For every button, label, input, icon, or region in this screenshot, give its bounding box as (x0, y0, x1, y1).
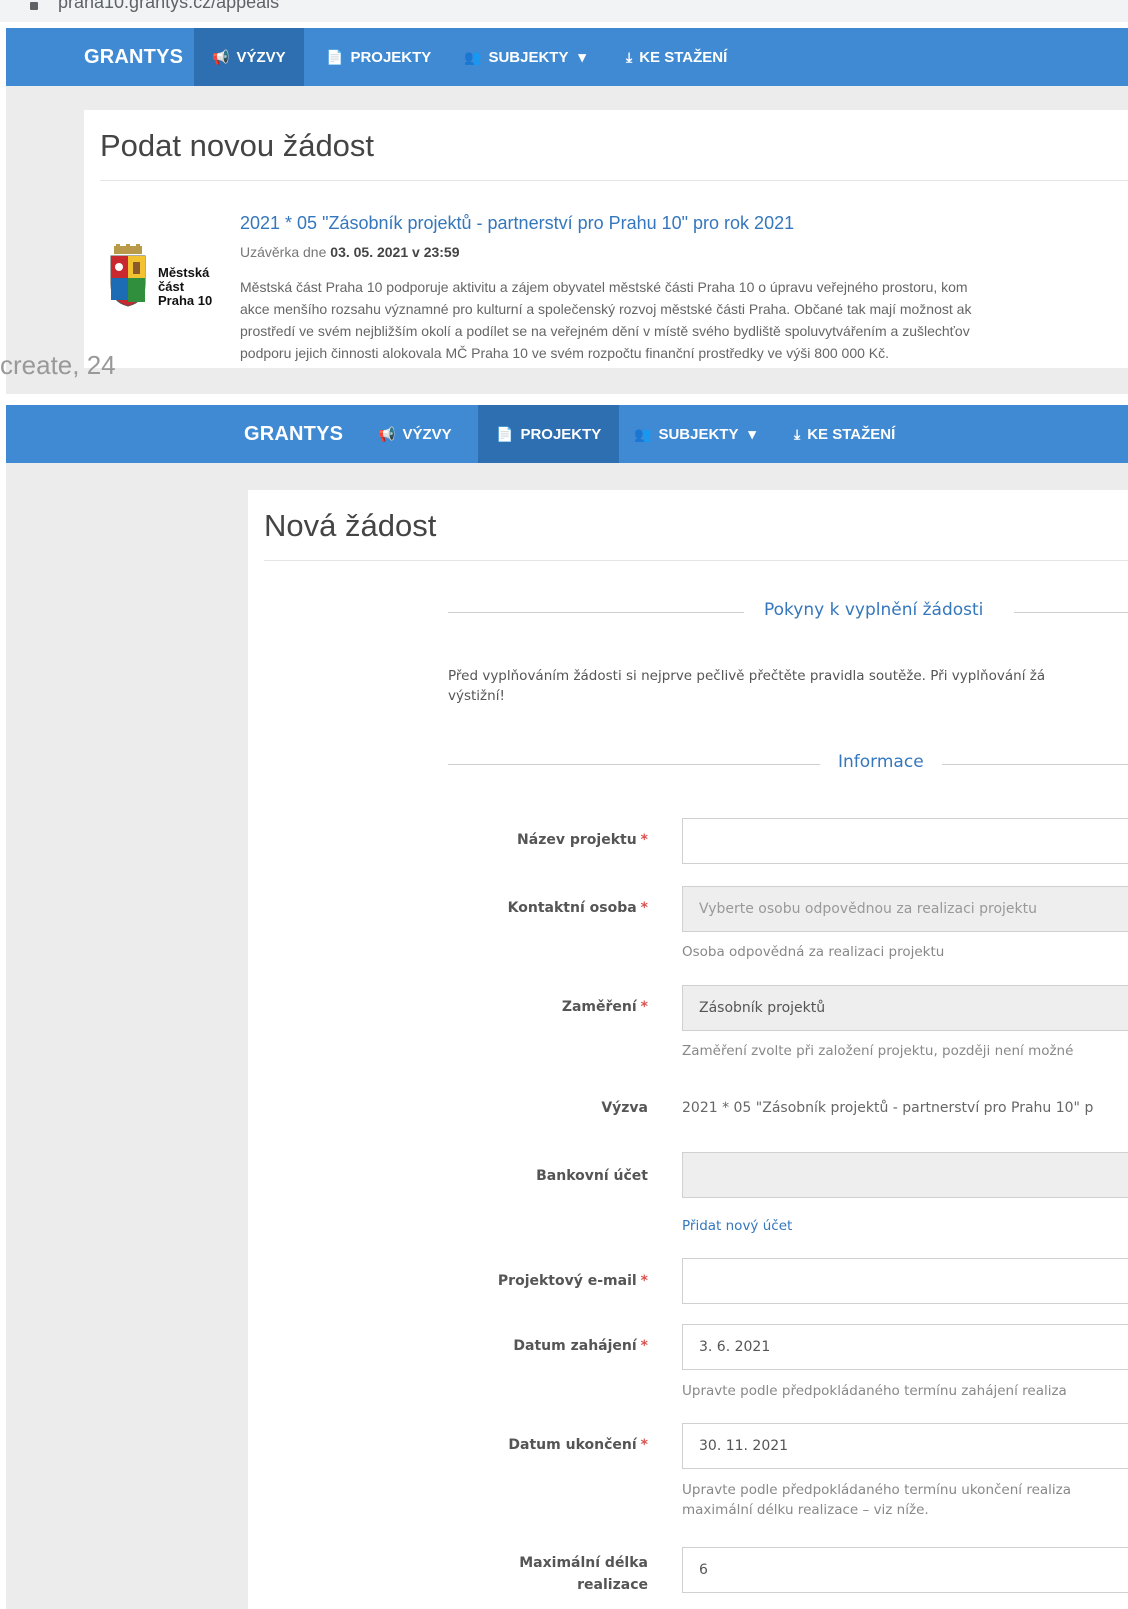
nav-item-projekty[interactable]: 📄 PROJEKTY (308, 28, 449, 86)
bullhorn-icon: 📢 (212, 49, 230, 65)
new-request-card: Nová žádost Pokyny k vyplnění žádosti Př… (248, 490, 1128, 1609)
chevron-down-icon: ▾ (578, 49, 586, 66)
appeal-card: Podat novou žádost Městská část Praha 10… (84, 110, 1128, 368)
call-label: Výzva (601, 1100, 648, 1116)
call-deadline: Uzávěrka dne 03. 05. 2021 v 23:59 (240, 244, 460, 260)
contact-person-help: Osoba odpovědná za realizaci projektu (682, 944, 945, 960)
file-icon: 📄 (326, 49, 344, 65)
bullhorn-icon: 📢 (378, 426, 396, 442)
file-icon: 📄 (496, 426, 514, 442)
nav-item-label: VÝZVY (402, 426, 452, 443)
call-description: Městská část Praha 10 podporuje aktivitu… (240, 279, 972, 361)
project-email-label: Projektový e-mail * (497, 1273, 648, 1289)
project-name-input[interactable] (682, 818, 1128, 864)
project-name-label: Název projektu * (517, 832, 648, 848)
end-date-input[interactable]: 30. 11. 2021 (682, 1423, 1128, 1469)
brand-logo[interactable]: GRANTYS (84, 28, 183, 86)
download-icon: ⤓ (626, 49, 633, 65)
coat-of-arms-icon (110, 244, 146, 307)
nav-item-label: PROJEKTY (350, 49, 432, 66)
download-icon: ⤓ (794, 426, 801, 442)
focus-help: Zaměření zvolte při založení projektu, p… (682, 1043, 1074, 1059)
call-value: 2021 * 05 "Zásobník projektů - partnerst… (682, 1100, 1094, 1116)
end-date-label: Datum ukončení * (508, 1437, 648, 1453)
nav-item-ke-stazeni[interactable]: ⤓ KE STAŽENÍ (776, 405, 913, 463)
chevron-down-icon: ▾ (748, 426, 756, 443)
nav-item-projekty[interactable]: 📄 PROJEKTY (478, 405, 620, 463)
bank-account-label: Bankovní účet (536, 1168, 648, 1184)
add-bank-account-link[interactable]: Přidat nový účet (682, 1216, 792, 1236)
instructions-text: Před vyplňováním žádosti si nejprve pečl… (448, 668, 1046, 704)
project-email-input[interactable] (682, 1258, 1128, 1304)
contact-person-select[interactable]: Vyberte osobu odpovědnou za realizaci pr… (682, 886, 1128, 932)
nav-item-label: SUBJEKTY (658, 426, 739, 443)
start-date-label: Datum zahájení * (513, 1338, 648, 1354)
focus-label: Zaměření * (561, 999, 648, 1015)
nav-item-vyzvy[interactable]: 📢 VÝZVY (360, 405, 470, 463)
browser-url-bar[interactable]: praha10.grantys.cz/appeals (0, 0, 1128, 22)
nav-item-label: PROJEKTY (520, 426, 602, 443)
focus-select[interactable]: Zásobník projektů (682, 985, 1128, 1031)
nav-item-label: SUBJEKTY (488, 49, 569, 66)
nav-item-ke-stazeni[interactable]: ⤓ KE STAŽENÍ (608, 28, 745, 86)
logo-text: Městská část Praha 10 (158, 265, 213, 308)
users-icon: 👥 (634, 426, 652, 442)
nav-item-label: VÝZVY (236, 49, 286, 66)
end-date-help: Upravte podle předpokládaného termínu uk… (682, 1482, 1072, 1518)
divider (100, 180, 1128, 181)
contact-person-label: Kontaktní osoba * (507, 900, 648, 916)
overlap-text: create, 24 (0, 350, 116, 380)
nav-item-vyzvy[interactable]: 📢 VÝZVY (194, 28, 304, 86)
top-navbar: GRANTYS 📢 VÝZVY 📄 PROJEKTY 👥 SUBJEKTY ▾ ⤓ KE… (6, 28, 1128, 86)
url-text: praha10.grantys.cz/appeals (58, 0, 280, 12)
nav-item-subjekty[interactable]: 👥 SUBJEKTY ▾ (446, 28, 604, 86)
max-length-label: Maximální délka realizace (519, 1555, 648, 1593)
divider (264, 560, 1128, 561)
call-title-link[interactable]: 2021 * 05 "Zásobník projektů - partnerst… (240, 213, 794, 234)
max-length-input[interactable]: 6 (682, 1547, 1128, 1593)
brand-logo[interactable]: GRANTYS (244, 405, 343, 463)
page-title: Nová žádost (264, 508, 437, 543)
bank-account-select[interactable] (682, 1152, 1128, 1198)
start-date-input[interactable]: 3. 6. 2021 (682, 1324, 1128, 1370)
praha10-logo: Městská část Praha 10 (108, 244, 228, 314)
section-header-instructions: Pokyny k vyplnění žádosti (448, 600, 1128, 624)
nav-item-label: KE STAŽENÍ (807, 426, 896, 443)
nav-item-label: KE STAŽENÍ (639, 49, 728, 66)
lock-icon (30, 2, 38, 10)
start-date-help: Upravte podle předpokládaného termínu za… (682, 1383, 1067, 1399)
section-header-informace: Informace (448, 752, 1128, 776)
page-title: Podat novou žádost (100, 128, 375, 163)
second-navbar: GRANTYS 📢 VÝZVY 📄 PROJEKTY 👥 SUBJEKTY ▾ ⤓ KE… (6, 405, 1128, 463)
nav-item-subjekty[interactable]: 👥 SUBJEKTY ▾ (616, 405, 774, 463)
users-icon: 👥 (464, 49, 482, 65)
